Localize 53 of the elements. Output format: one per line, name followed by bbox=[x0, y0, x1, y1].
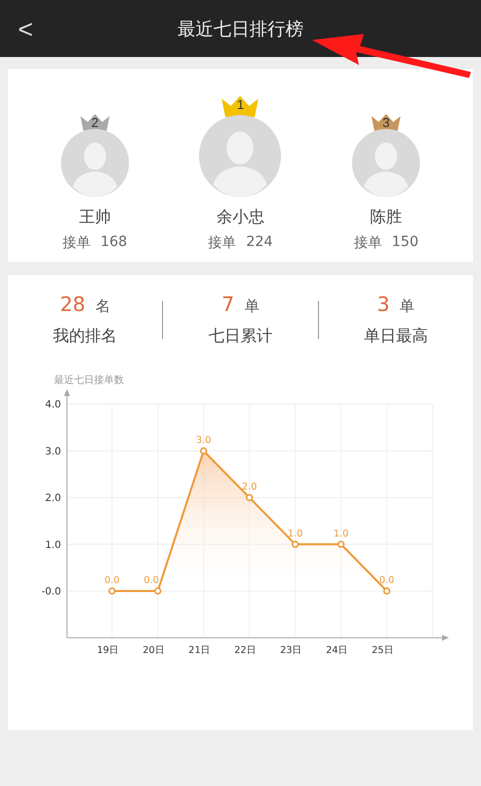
data-point bbox=[200, 447, 208, 454]
y-tick-label: -0.0 bbox=[41, 586, 61, 598]
x-tick-label: 24日 bbox=[326, 645, 348, 656]
data-label: 0.0 bbox=[144, 575, 159, 586]
stat-value: 7 bbox=[222, 292, 234, 316]
data-label: 1.0 bbox=[333, 528, 349, 540]
avatar-icon bbox=[199, 115, 282, 197]
avatar-icon bbox=[352, 129, 420, 197]
back-button[interactable]: < bbox=[12, 10, 40, 49]
stat-label: 我的排名 bbox=[53, 326, 118, 347]
chart-title: 最近七日接单数 bbox=[54, 375, 124, 386]
stat-unit: 名 bbox=[95, 297, 110, 316]
person-name: 王帅 bbox=[78, 207, 111, 228]
rank-number: 1 bbox=[236, 97, 244, 112]
x-tick-label: 21日 bbox=[188, 645, 211, 656]
data-label: 0.0 bbox=[379, 575, 394, 586]
x-tick-label: 19日 bbox=[96, 645, 120, 656]
rank-number: 3 bbox=[382, 115, 390, 130]
rank-number: 2 bbox=[91, 115, 98, 130]
person-name: 余小忠 bbox=[216, 207, 264, 228]
data-label: 2.0 bbox=[242, 482, 257, 493]
order-count: 168 bbox=[100, 234, 128, 252]
x-tick-label: 22日 bbox=[234, 645, 256, 656]
order-count: 150 bbox=[392, 234, 418, 252]
data-label: 0.0 bbox=[104, 575, 120, 586]
x-tick-label: 25日 bbox=[372, 645, 394, 656]
y-tick-label: 4.0 bbox=[45, 400, 61, 411]
data-label: 1.0 bbox=[288, 528, 303, 540]
data-point bbox=[246, 494, 253, 502]
data-point bbox=[108, 587, 116, 595]
data-point bbox=[292, 540, 299, 548]
data-point bbox=[383, 587, 390, 595]
stat-label: 单日最高 bbox=[364, 326, 428, 347]
page-title: 最近七日排行榜 bbox=[178, 18, 304, 40]
data-label: 3.0 bbox=[196, 434, 212, 446]
y-tick-label: 2.0 bbox=[45, 493, 61, 504]
stat-unit: 单 bbox=[400, 297, 415, 316]
data-point bbox=[154, 587, 162, 595]
count-label: 接单 bbox=[62, 234, 90, 252]
y-tick-label: 3.0 bbox=[45, 446, 61, 458]
stat-label: 七日累计 bbox=[208, 326, 272, 347]
order-count: 224 bbox=[246, 234, 273, 252]
x-tick-label: 20日 bbox=[142, 645, 165, 656]
y-tick-label: 1.0 bbox=[45, 540, 61, 551]
count-label: 接单 bbox=[208, 234, 236, 252]
count-label: 接单 bbox=[354, 234, 382, 252]
x-tick-label: 23日 bbox=[280, 645, 302, 656]
stat-value: 28 bbox=[60, 292, 86, 316]
stat-unit: 单 bbox=[244, 297, 260, 316]
person-name: 陈胜 bbox=[370, 207, 402, 228]
stat-value: 3 bbox=[376, 292, 390, 316]
data-point bbox=[337, 540, 345, 548]
avatar-icon bbox=[60, 129, 129, 197]
